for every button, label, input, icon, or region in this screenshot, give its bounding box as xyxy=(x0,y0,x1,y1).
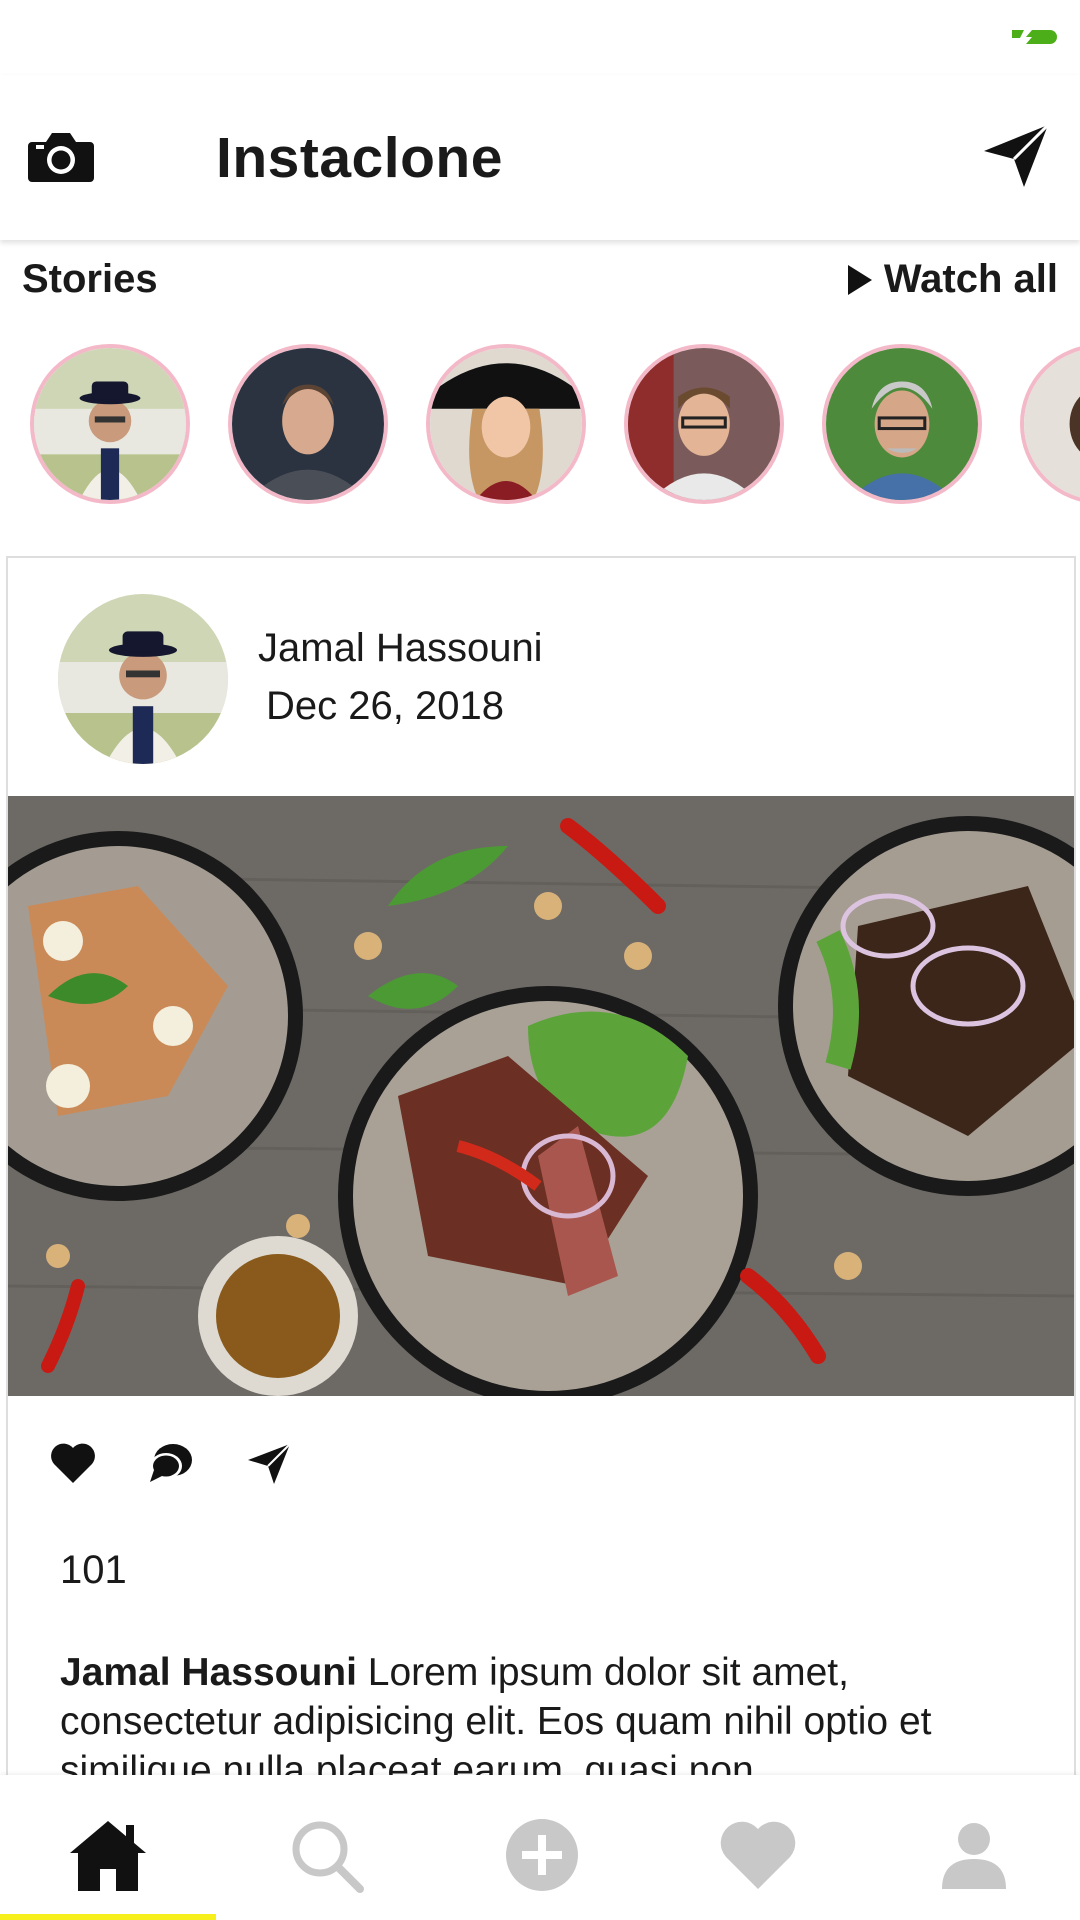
app-header: Instaclone xyxy=(0,75,1080,240)
avatar xyxy=(628,348,780,500)
stories-row[interactable] xyxy=(0,340,1080,515)
search-icon[interactable] xyxy=(286,1815,366,1895)
avatar xyxy=(58,594,228,764)
person-icon[interactable] xyxy=(934,1815,1014,1895)
story-avatar-partial[interactable] xyxy=(1020,344,1080,504)
post-author-avatar[interactable] xyxy=(58,594,228,764)
home-icon[interactable] xyxy=(68,1815,148,1895)
story-avatar-man-with-black-hat[interactable] xyxy=(30,344,190,504)
battery-charging-icon xyxy=(1012,30,1057,44)
food-photo xyxy=(8,796,1074,1396)
stories-header: Stories Watch all xyxy=(0,250,1080,310)
story-avatar-older-man[interactable] xyxy=(822,344,982,504)
play-icon xyxy=(847,264,872,295)
app-screen: Instaclone Stories Watch all Jamal Hasso… xyxy=(0,0,1080,1920)
post-date: Dec 26, 2018 xyxy=(266,684,504,728)
avatar xyxy=(826,348,978,500)
post-caption: Jamal Hassouni Lorem ipsum dolor sit ame… xyxy=(60,1648,1020,1788)
app-title: Instaclone xyxy=(216,126,503,190)
bottom-navigation xyxy=(0,1775,1080,1920)
avatar xyxy=(1024,348,1080,500)
comment-icon[interactable] xyxy=(146,1438,196,1488)
add-icon[interactable] xyxy=(502,1815,582,1895)
stories-label: Stories xyxy=(22,257,158,301)
story-avatar-woman-with-hat[interactable] xyxy=(426,344,586,504)
status-bar xyxy=(0,0,1080,75)
paper-plane-icon[interactable] xyxy=(980,119,1052,191)
avatar xyxy=(34,348,186,500)
avatar xyxy=(430,348,582,500)
paper-plane-icon[interactable] xyxy=(244,1438,294,1488)
story-avatar-man-profile[interactable] xyxy=(228,344,388,504)
caption-author[interactable]: Jamal Hassouni xyxy=(60,1651,357,1694)
watch-all-label: Watch all xyxy=(883,257,1058,301)
camera-icon[interactable] xyxy=(26,128,96,186)
watch-all-button[interactable]: Watch all xyxy=(846,257,1058,302)
likes-count: 101 xyxy=(60,1548,127,1592)
active-tab-indicator xyxy=(0,1914,216,1920)
post-image[interactable] xyxy=(8,796,1074,1396)
heart-icon[interactable] xyxy=(718,1815,798,1895)
post-card: Jamal Hassouni Dec 26, 2018 101 Jamal Ha… xyxy=(6,556,1076,1790)
post-actions xyxy=(8,1438,1074,1498)
story-avatar-man-with-glasses[interactable] xyxy=(624,344,784,504)
heart-icon[interactable] xyxy=(48,1438,98,1488)
post-author-name[interactable]: Jamal Hassouni xyxy=(258,626,543,671)
avatar xyxy=(232,348,384,500)
